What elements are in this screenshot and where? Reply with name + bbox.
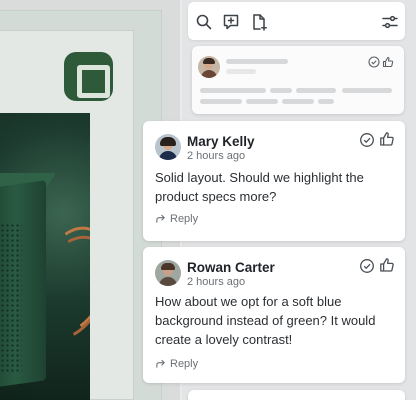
thumbs-up-icon[interactable] xyxy=(379,257,395,273)
resolve-check-icon[interactable] xyxy=(359,258,375,274)
skeleton-line xyxy=(200,99,242,104)
comment-card[interactable]: Mary Kelly 2 hours ago Solid layout. Sho… xyxy=(143,121,405,241)
skeleton-line xyxy=(296,88,336,93)
reply-button[interactable]: Reply xyxy=(155,213,198,225)
comment-timestamp: 2 hours ago xyxy=(187,150,246,162)
comment-author: Mary Kelly xyxy=(187,134,255,149)
reply-label: Reply xyxy=(170,358,199,370)
thumbs-up-icon[interactable] xyxy=(382,56,394,68)
skeleton-line xyxy=(342,88,392,93)
comment-timestamp: 2 hours ago xyxy=(187,276,246,288)
resolve-check-icon[interactable] xyxy=(368,56,380,68)
comment-author: Rowan Carter xyxy=(187,260,275,275)
reply-arrow-icon xyxy=(156,359,165,368)
reply-button[interactable]: Reply xyxy=(155,358,198,370)
brand-logo xyxy=(64,52,113,101)
filter-settings-icon[interactable] xyxy=(381,13,399,31)
avatar xyxy=(198,56,220,78)
avatar xyxy=(155,260,181,286)
comment-card-next[interactable] xyxy=(188,390,405,400)
skeleton-line xyxy=(226,69,256,74)
resolve-check-icon[interactable] xyxy=(359,132,375,148)
reply-label: Reply xyxy=(170,213,199,225)
speaker-grille-shape xyxy=(0,223,22,373)
comment-card[interactable]: Rowan Carter 2 hours ago How about we op… xyxy=(143,247,405,383)
comment-card-placeholder[interactable] xyxy=(192,46,404,114)
skeleton-line xyxy=(200,88,266,93)
skeleton-line xyxy=(246,99,278,104)
add-file-icon[interactable] xyxy=(250,13,268,31)
add-comment-icon[interactable] xyxy=(222,13,240,31)
skeleton-line xyxy=(318,99,334,104)
skeleton-line xyxy=(282,99,314,104)
thumbs-up-icon[interactable] xyxy=(379,131,395,147)
reply-arrow-icon xyxy=(156,214,165,223)
search-icon[interactable] xyxy=(195,13,213,31)
avatar xyxy=(155,134,181,160)
comment-text: Solid layout. Should we highlight the pr… xyxy=(155,170,364,204)
product-image xyxy=(0,113,90,400)
skeleton-line xyxy=(226,59,288,64)
comments-toolbar xyxy=(188,2,405,40)
comment-text: How about we opt for a soft blue backgro… xyxy=(155,294,376,347)
skeleton-line xyxy=(270,88,292,93)
